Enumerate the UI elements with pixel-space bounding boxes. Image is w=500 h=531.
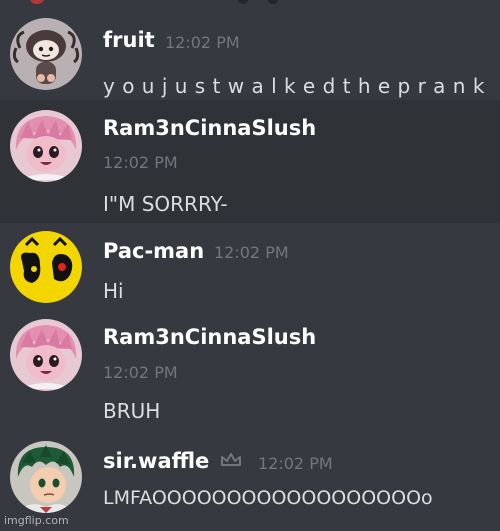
timestamp: 12:02 PM <box>258 454 333 473</box>
chat-message: Pac-man 12:02 PM Hi <box>0 223 500 315</box>
user-avatar[interactable] <box>10 110 82 182</box>
timestamp: 12:02 PM <box>103 363 178 382</box>
message-text: LMFAOOOOOOOOOOOOOOOOOOo <box>103 487 433 509</box>
message-text: I"M SORRRY- <box>103 192 228 216</box>
pink-hair-girl-icon <box>10 319 82 391</box>
green-hair-boy-icon <box>10 441 82 513</box>
user-avatar[interactable] <box>10 319 82 391</box>
previous-text-fragment <box>238 0 248 4</box>
pacman-icon <box>10 231 82 303</box>
chat-message: Ram3nCinnaSlush 12:02 PM BRUH <box>0 315 500 437</box>
previous-message-edge <box>0 0 500 6</box>
pink-hair-girl-icon <box>10 110 82 182</box>
chat-message: sir.waffle 12:02 PM LMFAOOOOOOOOOOOOOOOO… <box>0 437 500 531</box>
user-avatar[interactable] <box>10 441 82 513</box>
spider-girl-icon <box>10 18 82 90</box>
username[interactable]: sir.waffle <box>103 449 209 473</box>
username[interactable]: fruit <box>103 28 155 52</box>
timestamp: 12:02 PM <box>214 243 289 262</box>
previous-avatar-fragment <box>30 0 44 4</box>
message-text: Hi <box>103 279 124 303</box>
watermark-text: imgflip.com <box>4 514 69 527</box>
timestamp: 12:02 PM <box>165 33 240 52</box>
user-avatar[interactable] <box>10 231 82 303</box>
username[interactable]: Ram3nCinnaSlush <box>103 116 316 140</box>
timestamp: 12:02 PM <box>103 153 178 172</box>
chat-message: fruit 12:02 PM y o u j u s t w a l k e d… <box>0 8 500 100</box>
user-avatar[interactable] <box>10 18 82 90</box>
message-text: y o u j u s t w a l k e d t h e p r a n … <box>103 74 485 98</box>
username[interactable]: Pac-man <box>103 239 204 263</box>
message-text: BRUH <box>103 399 161 423</box>
username[interactable]: Ram3nCinnaSlush <box>103 325 316 349</box>
crown-icon <box>221 453 241 466</box>
chat-message: Ram3nCinnaSlush 12:02 PM I"M SORRRY- <box>0 100 500 223</box>
previous-text-fragment <box>268 0 278 4</box>
